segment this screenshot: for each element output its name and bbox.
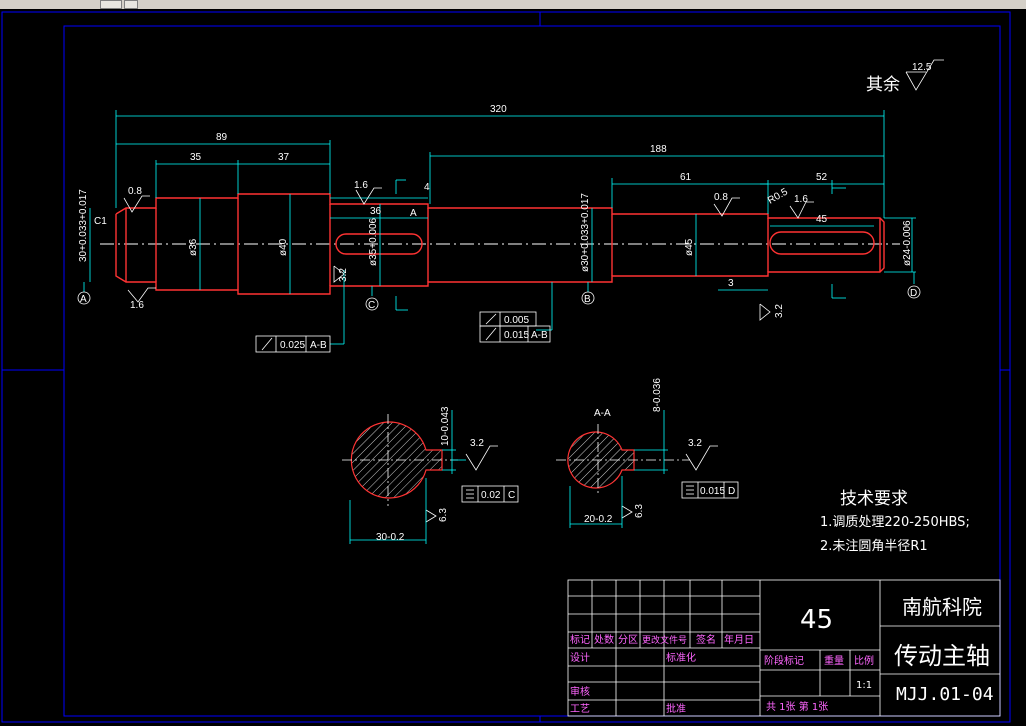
dimension-lines	[83, 110, 916, 345]
ra-1.6-b: 1.6	[354, 180, 368, 191]
tb-h-mark: 标记	[570, 634, 590, 646]
tb-review: 审核	[570, 685, 590, 698]
dim-dia30: ø30+0.033+0.017	[580, 193, 591, 272]
tb-weight: 重量	[824, 654, 844, 667]
dim-45: 45	[816, 214, 828, 225]
gdt-runout1-value: 0.025	[280, 340, 305, 351]
tb-h-doc: 更改文件号	[642, 634, 687, 646]
roughness-symbols	[123, 59, 944, 523]
tech-req-line2: 2.未注圆角半径R1	[820, 539, 928, 554]
dim-35: 35	[190, 152, 202, 163]
ra-3.2-c: 3.2	[470, 438, 484, 449]
tb-sheets: 共 1张 第 1张	[766, 700, 828, 713]
dim-52: 52	[816, 172, 828, 183]
dim-dia24: ø24-0.006	[902, 220, 913, 266]
sec1-key: 10-0.043	[440, 406, 451, 446]
dim-37: 37	[278, 152, 290, 163]
dim-89: 89	[216, 132, 228, 143]
dim-dia40: ø40	[278, 238, 289, 256]
other-surfaces-label: 其余	[866, 75, 900, 95]
gdt-runout2-datum: A-B	[531, 330, 548, 341]
cut-arrow-a-top: A	[410, 208, 417, 219]
datum-d: D	[910, 288, 917, 299]
drawing-frame	[1, 11, 1011, 723]
section-view-1: 30-0.2 10-0.043	[342, 406, 466, 544]
ra-0.8-a: 0.8	[128, 186, 142, 197]
dim-dia35: ø35+0.006	[368, 217, 379, 266]
dim-dia36: ø36	[188, 238, 199, 256]
tb-approve: 批准	[666, 702, 686, 715]
gdt-sym2-value: 0.015	[700, 486, 725, 497]
dim-3: 3	[728, 278, 734, 289]
gdt-frames	[255, 311, 739, 503]
tb-h-sign: 签名	[696, 633, 716, 646]
sec2-width: 20-0.2	[584, 514, 613, 525]
tb-drawing-no: MJJ.01-04	[896, 684, 994, 705]
tb-stage: 阶段标记	[764, 654, 804, 667]
sec2-key: 8-0.036	[652, 378, 663, 412]
ra-1.6-a: 1.6	[130, 300, 144, 311]
tech-req-line1: 1.调质处理220-250HBS;	[820, 515, 970, 530]
dim-dia30-left: 30+0.033+0.017	[78, 189, 89, 262]
other-surfaces-ra: 12.5	[912, 62, 932, 73]
ra-3.2-b: 3.2	[774, 304, 785, 318]
ra-1.6-c: 1.6	[794, 194, 808, 205]
sec2-label: A-A	[594, 408, 611, 419]
tb-h-count: 处数	[594, 633, 614, 646]
tb-ratio: 比例	[854, 654, 874, 667]
dim-188: 188	[650, 144, 667, 155]
dim-61: 61	[680, 172, 692, 183]
gdt-sym1-value: 0.02	[481, 490, 501, 501]
datum-a: A	[80, 294, 87, 305]
dim-36: 36	[370, 206, 382, 217]
tb-process: 工艺	[570, 703, 590, 715]
gdt-cyl-value: 0.005	[504, 315, 529, 326]
tb-h-zone: 分区	[618, 634, 638, 646]
dim-dia45: ø45	[684, 238, 695, 256]
tech-req-title: 技术要求	[840, 489, 908, 509]
cad-drawing-canvas[interactable]: A C B D 320 89 35 37 188 61 52 45 36 4 3…	[0, 0, 1026, 726]
ra-6.3-a: 6.3	[438, 508, 449, 522]
datum-b: B	[584, 294, 591, 305]
tb-company: 南航科院	[902, 595, 982, 619]
ra-3.2-d: 3.2	[688, 438, 702, 449]
sec1-width: 30-0.2	[376, 532, 405, 543]
tb-scale: 1:1	[856, 680, 872, 691]
ra-6.3-b: 6.3	[634, 504, 645, 518]
tb-design: 设计	[570, 651, 590, 664]
tb-part-name: 传动主轴	[894, 642, 990, 670]
gdt-sym2-datum: D	[728, 486, 735, 497]
gdt-runout2-value: 0.015	[504, 330, 529, 341]
gdt-runout1-datum: A-B	[310, 340, 327, 351]
section-view-2: 20-0.2 8-0.036 A-A	[556, 378, 690, 528]
dim-total: 320	[490, 104, 507, 115]
ra-0.8-b: 0.8	[714, 192, 728, 203]
dim-c1: C1	[94, 216, 107, 227]
tb-h-date: 年月日	[724, 633, 754, 646]
ra-3.2-a: 3.2	[338, 268, 349, 282]
dim-r05: R0.5	[766, 186, 790, 206]
datum-c: C	[368, 300, 375, 311]
tb-standard: 标准化	[666, 651, 696, 664]
tb-material: 45	[800, 605, 833, 635]
gdt-sym1-datum: C	[508, 490, 515, 501]
dim-4: 4	[424, 182, 430, 193]
